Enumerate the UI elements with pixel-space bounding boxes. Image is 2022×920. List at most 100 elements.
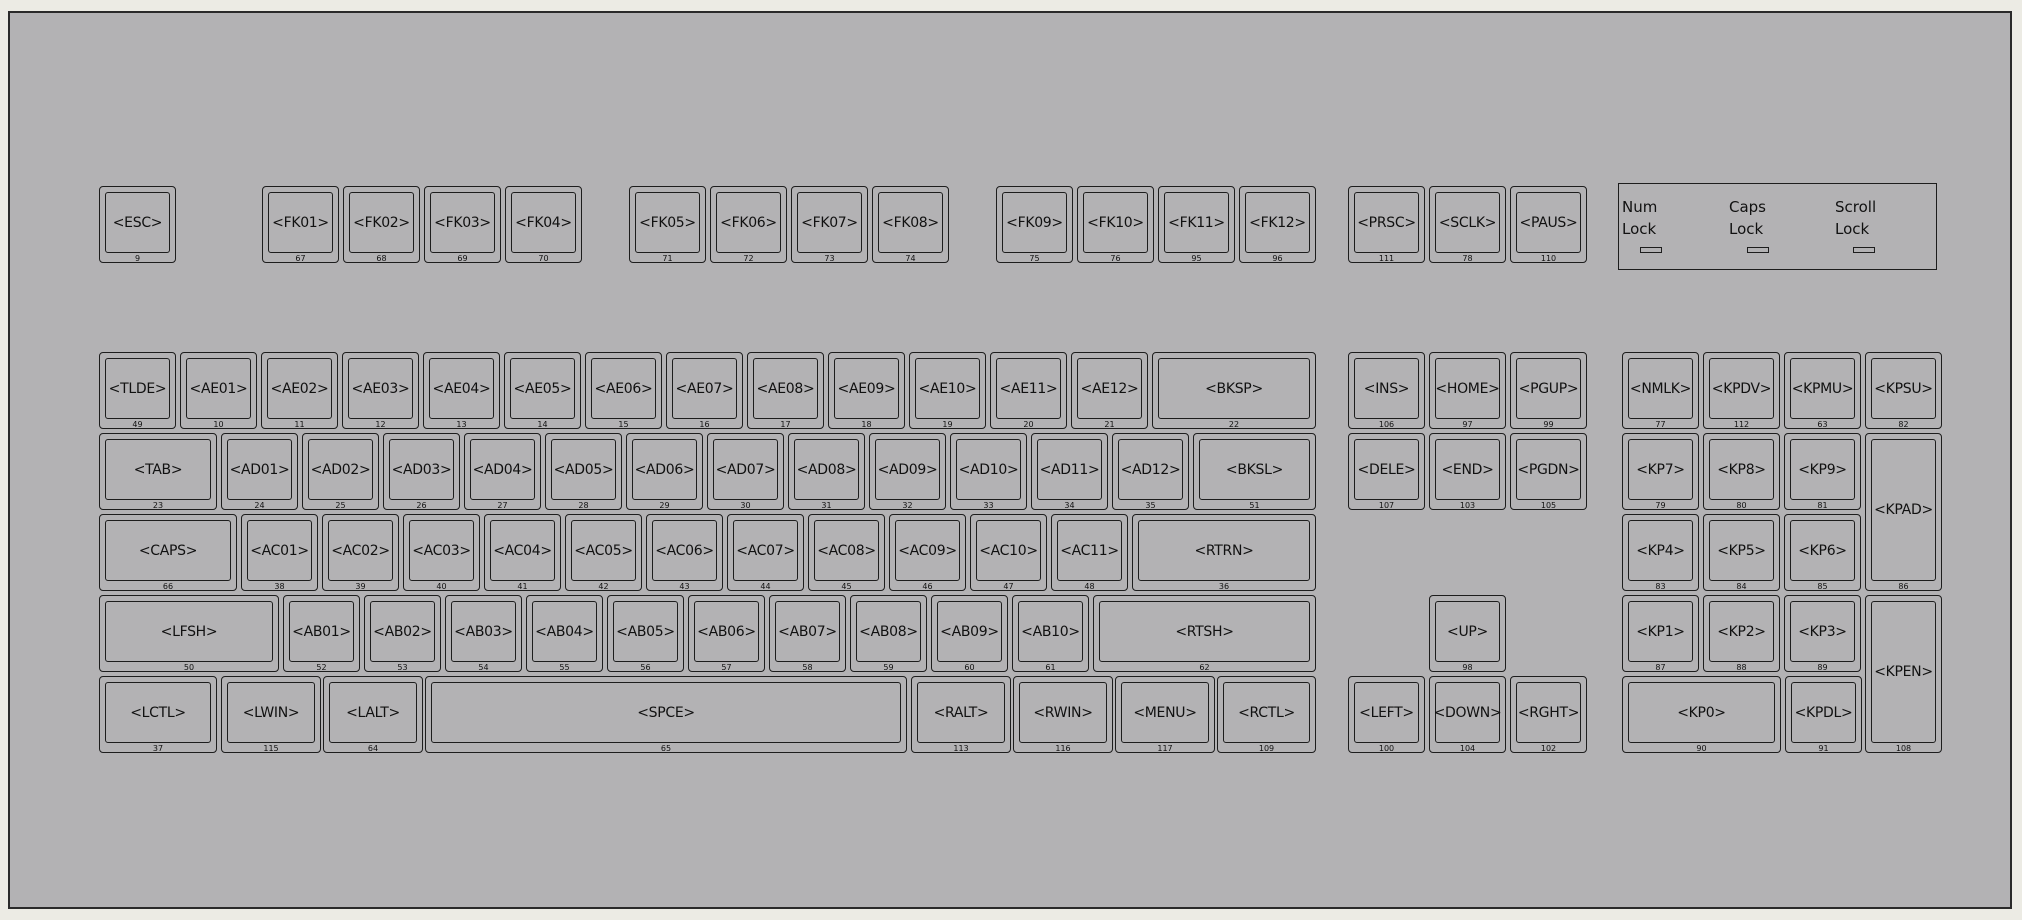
key-ad03[interactable]: <AD03> 26 xyxy=(383,433,460,510)
key-down[interactable]: <DOWN> 104 xyxy=(1429,676,1506,753)
key-ae02[interactable]: <AE02> 11 xyxy=(261,352,338,429)
key-lctl[interactable]: <LCTL> 37 xyxy=(99,676,217,753)
key-ins[interactable]: <INS> 106 xyxy=(1348,352,1425,429)
key-ad09[interactable]: <AD09> 32 xyxy=(869,433,946,510)
key-kp3[interactable]: <KP3> 89 xyxy=(1784,595,1861,672)
key-nmlk[interactable]: <NMLK> 77 xyxy=(1622,352,1699,429)
key-ad12[interactable]: <AD12> 35 xyxy=(1112,433,1189,510)
key-fk10[interactable]: <FK10> 76 xyxy=(1077,186,1154,263)
key-esc[interactable]: <ESC> 9 xyxy=(99,186,176,263)
key-fk09[interactable]: <FK09> 75 xyxy=(996,186,1073,263)
key-ae11[interactable]: <AE11> 20 xyxy=(990,352,1067,429)
key-end[interactable]: <END> 103 xyxy=(1429,433,1506,510)
key-ae09[interactable]: <AE09> 18 xyxy=(828,352,905,429)
key-fk12[interactable]: <FK12> 96 xyxy=(1239,186,1316,263)
key-rtrn[interactable]: <RTRN> 36 xyxy=(1132,514,1316,591)
key-kp2[interactable]: <KP2> 88 xyxy=(1703,595,1780,672)
key-ab05[interactable]: <AB05> 56 xyxy=(607,595,684,672)
key-fk11[interactable]: <FK11> 95 xyxy=(1158,186,1235,263)
key-fk07[interactable]: <FK07> 73 xyxy=(791,186,868,263)
key-rtsh[interactable]: <RTSH> 62 xyxy=(1093,595,1316,672)
key-menu[interactable]: <MENU> 117 xyxy=(1115,676,1215,753)
key-fk01[interactable]: <FK01> 67 xyxy=(262,186,339,263)
key-kpen[interactable]: <KPEN> 108 xyxy=(1865,595,1942,753)
key-ad02[interactable]: <AD02> 25 xyxy=(302,433,379,510)
key-ad11[interactable]: <AD11> 34 xyxy=(1031,433,1108,510)
key-ac04[interactable]: <AC04> 41 xyxy=(484,514,561,591)
key-ab06[interactable]: <AB06> 57 xyxy=(688,595,765,672)
key-ac07[interactable]: <AC07> 44 xyxy=(727,514,804,591)
key-fk06[interactable]: <FK06> 72 xyxy=(710,186,787,263)
key-ad07[interactable]: <AD07> 30 xyxy=(707,433,784,510)
key-kpad[interactable]: <KPAD> 86 xyxy=(1865,433,1942,591)
key-ad04[interactable]: <AD04> 27 xyxy=(464,433,541,510)
key-spce[interactable]: <SPCE> 65 xyxy=(425,676,907,753)
key-rwin[interactable]: <RWIN> 116 xyxy=(1013,676,1113,753)
key-fk03[interactable]: <FK03> 69 xyxy=(424,186,501,263)
key-lfsh[interactable]: <LFSH> 50 xyxy=(99,595,279,672)
key-ac01[interactable]: <AC01> 38 xyxy=(241,514,318,591)
key-ad06[interactable]: <AD06> 29 xyxy=(626,433,703,510)
key-rght[interactable]: <RGHT> 102 xyxy=(1510,676,1587,753)
key-kp4[interactable]: <KP4> 83 xyxy=(1622,514,1699,591)
key-rctl[interactable]: <RCTL> 109 xyxy=(1217,676,1316,753)
key-kp0[interactable]: <KP0> 90 xyxy=(1622,676,1781,753)
key-dele[interactable]: <DELE> 107 xyxy=(1348,433,1425,510)
key-kp1[interactable]: <KP1> 87 xyxy=(1622,595,1699,672)
key-ralt[interactable]: <RALT> 113 xyxy=(911,676,1011,753)
key-ac03[interactable]: <AC03> 40 xyxy=(403,514,480,591)
key-ae06[interactable]: <AE06> 15 xyxy=(585,352,662,429)
key-kpdl[interactable]: <KPDL> 91 xyxy=(1785,676,1862,753)
key-pgdn[interactable]: <PGDN> 105 xyxy=(1510,433,1587,510)
key-ac11[interactable]: <AC11> 48 xyxy=(1051,514,1128,591)
key-bksl[interactable]: <BKSL> 51 xyxy=(1193,433,1316,510)
key-kpdv[interactable]: <KPDV> 112 xyxy=(1703,352,1780,429)
key-pgup[interactable]: <PGUP> 99 xyxy=(1510,352,1587,429)
key-tlde[interactable]: <TLDE> 49 xyxy=(99,352,176,429)
key-ac09[interactable]: <AC09> 46 xyxy=(889,514,966,591)
key-ad01[interactable]: <AD01> 24 xyxy=(221,433,298,510)
key-lalt[interactable]: <LALT> 64 xyxy=(323,676,423,753)
key-fk08[interactable]: <FK08> 74 xyxy=(872,186,949,263)
key-home[interactable]: <HOME> 97 xyxy=(1429,352,1506,429)
key-ab03[interactable]: <AB03> 54 xyxy=(445,595,522,672)
key-sclk[interactable]: <SCLK> 78 xyxy=(1429,186,1506,263)
key-ab08[interactable]: <AB08> 59 xyxy=(850,595,927,672)
key-kp8[interactable]: <KP8> 80 xyxy=(1703,433,1780,510)
key-bksp[interactable]: <BKSP> 22 xyxy=(1152,352,1316,429)
key-left[interactable]: <LEFT> 100 xyxy=(1348,676,1425,753)
key-ab04[interactable]: <AB04> 55 xyxy=(526,595,603,672)
key-fk04[interactable]: <FK04> 70 xyxy=(505,186,582,263)
key-ae01[interactable]: <AE01> 10 xyxy=(180,352,257,429)
key-ae10[interactable]: <AE10> 19 xyxy=(909,352,986,429)
key-kp7[interactable]: <KP7> 79 xyxy=(1622,433,1699,510)
key-paus[interactable]: <PAUS> 110 xyxy=(1510,186,1587,263)
key-ab07[interactable]: <AB07> 58 xyxy=(769,595,846,672)
key-kp9[interactable]: <KP9> 81 xyxy=(1784,433,1861,510)
key-ac10[interactable]: <AC10> 47 xyxy=(970,514,1047,591)
key-kpsu[interactable]: <KPSU> 82 xyxy=(1865,352,1942,429)
key-kp6[interactable]: <KP6> 85 xyxy=(1784,514,1861,591)
key-ac02[interactable]: <AC02> 39 xyxy=(322,514,399,591)
key-kpmu[interactable]: <KPMU> 63 xyxy=(1784,352,1861,429)
key-ab02[interactable]: <AB02> 53 xyxy=(364,595,441,672)
key-ab10[interactable]: <AB10> 61 xyxy=(1012,595,1089,672)
key-ad05[interactable]: <AD05> 28 xyxy=(545,433,622,510)
key-tab[interactable]: <TAB> 23 xyxy=(99,433,217,510)
key-ac08[interactable]: <AC08> 45 xyxy=(808,514,885,591)
key-ad08[interactable]: <AD08> 31 xyxy=(788,433,865,510)
key-up[interactable]: <UP> 98 xyxy=(1429,595,1506,672)
key-ae07[interactable]: <AE07> 16 xyxy=(666,352,743,429)
key-ab01[interactable]: <AB01> 52 xyxy=(283,595,360,672)
key-prsc[interactable]: <PRSC> 111 xyxy=(1348,186,1425,263)
key-ae03[interactable]: <AE03> 12 xyxy=(342,352,419,429)
key-ac05[interactable]: <AC05> 42 xyxy=(565,514,642,591)
key-ab09[interactable]: <AB09> 60 xyxy=(931,595,1008,672)
key-ad10[interactable]: <AD10> 33 xyxy=(950,433,1027,510)
key-ae05[interactable]: <AE05> 14 xyxy=(504,352,581,429)
key-ac06[interactable]: <AC06> 43 xyxy=(646,514,723,591)
key-caps[interactable]: <CAPS> 66 xyxy=(99,514,237,591)
key-ae08[interactable]: <AE08> 17 xyxy=(747,352,824,429)
key-ae04[interactable]: <AE04> 13 xyxy=(423,352,500,429)
key-ae12[interactable]: <AE12> 21 xyxy=(1071,352,1148,429)
